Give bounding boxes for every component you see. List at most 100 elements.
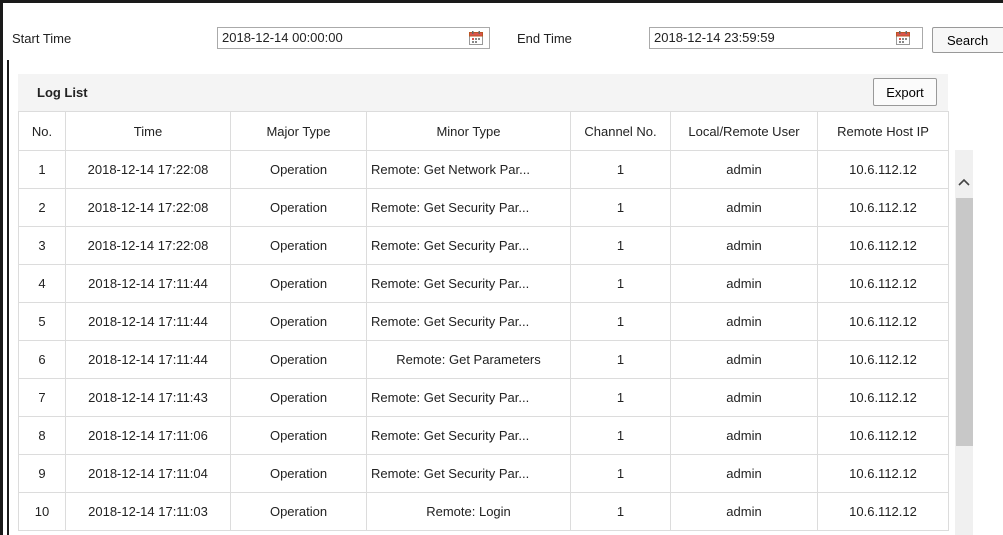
cell-no: 2 [18, 188, 66, 227]
cell-major-type: Operation [230, 378, 367, 417]
calendar-icon[interactable] [469, 31, 483, 45]
cell-no: 8 [18, 416, 66, 455]
cell-no: 6 [18, 340, 66, 379]
cell-user: admin [670, 264, 818, 303]
cell-user: admin [670, 302, 818, 341]
cell-minor-type: Remote: Get Parameters [366, 340, 571, 379]
cell-channel: 1 [570, 150, 671, 189]
column-header-remote-ip[interactable]: Remote Host IP [817, 111, 949, 151]
cell-remote-ip: 10.6.112.12 [817, 302, 949, 341]
table-row[interactable]: 5 2018-12-14 17:11:44 Operation Remote: … [18, 302, 949, 341]
cell-remote-ip: 10.6.112.12 [817, 378, 949, 417]
cell-major-type: Operation [230, 340, 367, 379]
table-row[interactable]: 10 2018-12-14 17:11:03 Operation Remote:… [18, 492, 949, 531]
table-row[interactable]: 8 2018-12-14 17:11:06 Operation Remote: … [18, 416, 949, 455]
cell-remote-ip: 10.6.112.12 [817, 492, 949, 531]
cell-minor-type: Remote: Get Security Par... [366, 264, 571, 303]
calendar-icon[interactable] [896, 31, 910, 45]
cell-minor-type: Remote: Login [366, 492, 571, 531]
cell-no: 7 [18, 378, 66, 417]
cell-remote-ip: 10.6.112.12 [817, 188, 949, 227]
cell-user: admin [670, 188, 818, 227]
table-row[interactable]: 2 2018-12-14 17:22:08 Operation Remote: … [18, 188, 949, 227]
cell-minor-type: Remote: Get Security Par... [366, 416, 571, 455]
table-row[interactable]: 3 2018-12-14 17:22:08 Operation Remote: … [18, 226, 949, 265]
cell-no: 9 [18, 454, 66, 493]
search-button[interactable]: Search [932, 27, 1003, 53]
cell-no: 1 [18, 150, 66, 189]
cell-channel: 1 [570, 264, 671, 303]
cell-no: 10 [18, 492, 66, 531]
cell-no: 4 [18, 264, 66, 303]
cell-time: 2018-12-14 17:11:06 [65, 416, 231, 455]
chevron-up-icon [958, 178, 970, 186]
cell-major-type: Operation [230, 416, 367, 455]
cell-user: admin [670, 340, 818, 379]
cell-minor-type: Remote: Get Security Par... [366, 188, 571, 227]
scroll-up-button[interactable] [955, 168, 973, 196]
window-border-left [0, 0, 3, 535]
cell-time: 2018-12-14 17:22:08 [65, 226, 231, 265]
cell-time: 2018-12-14 17:11:43 [65, 378, 231, 417]
table-row[interactable]: 4 2018-12-14 17:11:44 Operation Remote: … [18, 264, 949, 303]
cell-major-type: Operation [230, 302, 367, 341]
cell-user: admin [670, 226, 818, 265]
cell-minor-type: Remote: Get Security Par... [366, 302, 571, 341]
column-header-major-type[interactable]: Major Type [230, 111, 367, 151]
cell-time: 2018-12-14 17:22:08 [65, 150, 231, 189]
cell-no: 3 [18, 226, 66, 265]
table-row[interactable]: 1 2018-12-14 17:22:08 Operation Remote: … [18, 150, 949, 189]
cell-channel: 1 [570, 340, 671, 379]
cell-channel: 1 [570, 454, 671, 493]
start-time-label: Start Time [12, 31, 72, 46]
cell-major-type: Operation [230, 150, 367, 189]
cell-time: 2018-12-14 17:11:04 [65, 454, 231, 493]
column-header-channel-no[interactable]: Channel No. [570, 111, 671, 151]
cell-remote-ip: 10.6.112.12 [817, 454, 949, 493]
column-header-time[interactable]: Time [65, 111, 231, 151]
cell-remote-ip: 10.6.112.12 [817, 416, 949, 455]
cell-time: 2018-12-14 17:11:44 [65, 264, 231, 303]
end-time-label: End Time [517, 31, 572, 46]
table-row[interactable]: 6 2018-12-14 17:11:44 Operation Remote: … [18, 340, 949, 379]
column-header-user[interactable]: Local/Remote User [670, 111, 818, 151]
log-list-title: Log List [37, 85, 88, 100]
cell-no: 5 [18, 302, 66, 341]
table-header-row: No. Time Major Type Minor Type Channel N… [18, 111, 949, 151]
cell-time: 2018-12-14 17:11:44 [65, 302, 231, 341]
export-button[interactable]: Export [873, 78, 937, 106]
cell-major-type: Operation [230, 188, 367, 227]
panel-border-left [7, 60, 9, 535]
cell-channel: 1 [570, 226, 671, 265]
cell-time: 2018-12-14 17:11:03 [65, 492, 231, 531]
start-time-field[interactable]: 2018-12-14 00:00:00 [217, 27, 490, 49]
cell-major-type: Operation [230, 454, 367, 493]
scroll-thumb[interactable] [956, 198, 973, 446]
cell-minor-type: Remote: Get Network Par... [366, 150, 571, 189]
cell-user: admin [670, 454, 818, 493]
log-table: No. Time Major Type Minor Type Channel N… [18, 111, 949, 531]
cell-channel: 1 [570, 378, 671, 417]
table-row[interactable]: 7 2018-12-14 17:11:43 Operation Remote: … [18, 378, 949, 417]
window-border-top [0, 0, 1003, 3]
cell-user: admin [670, 416, 818, 455]
cell-minor-type: Remote: Get Security Par... [366, 378, 571, 417]
end-time-field[interactable]: 2018-12-14 23:59:59 [649, 27, 923, 49]
column-header-no[interactable]: No. [18, 111, 66, 151]
cell-remote-ip: 10.6.112.12 [817, 226, 949, 265]
cell-minor-type: Remote: Get Security Par... [366, 226, 571, 265]
cell-remote-ip: 10.6.112.12 [817, 340, 949, 379]
cell-major-type: Operation [230, 492, 367, 531]
column-header-minor-type[interactable]: Minor Type [366, 111, 571, 151]
cell-channel: 1 [570, 302, 671, 341]
cell-major-type: Operation [230, 264, 367, 303]
log-list-header: Log List Export [18, 74, 948, 111]
start-time-value: 2018-12-14 00:00:00 [222, 30, 343, 45]
cell-remote-ip: 10.6.112.12 [817, 150, 949, 189]
table-row[interactable]: 9 2018-12-14 17:11:04 Operation Remote: … [18, 454, 949, 493]
cell-remote-ip: 10.6.112.12 [817, 264, 949, 303]
cell-channel: 1 [570, 416, 671, 455]
cell-time: 2018-12-14 17:11:44 [65, 340, 231, 379]
cell-minor-type: Remote: Get Security Par... [366, 454, 571, 493]
cell-channel: 1 [570, 188, 671, 227]
